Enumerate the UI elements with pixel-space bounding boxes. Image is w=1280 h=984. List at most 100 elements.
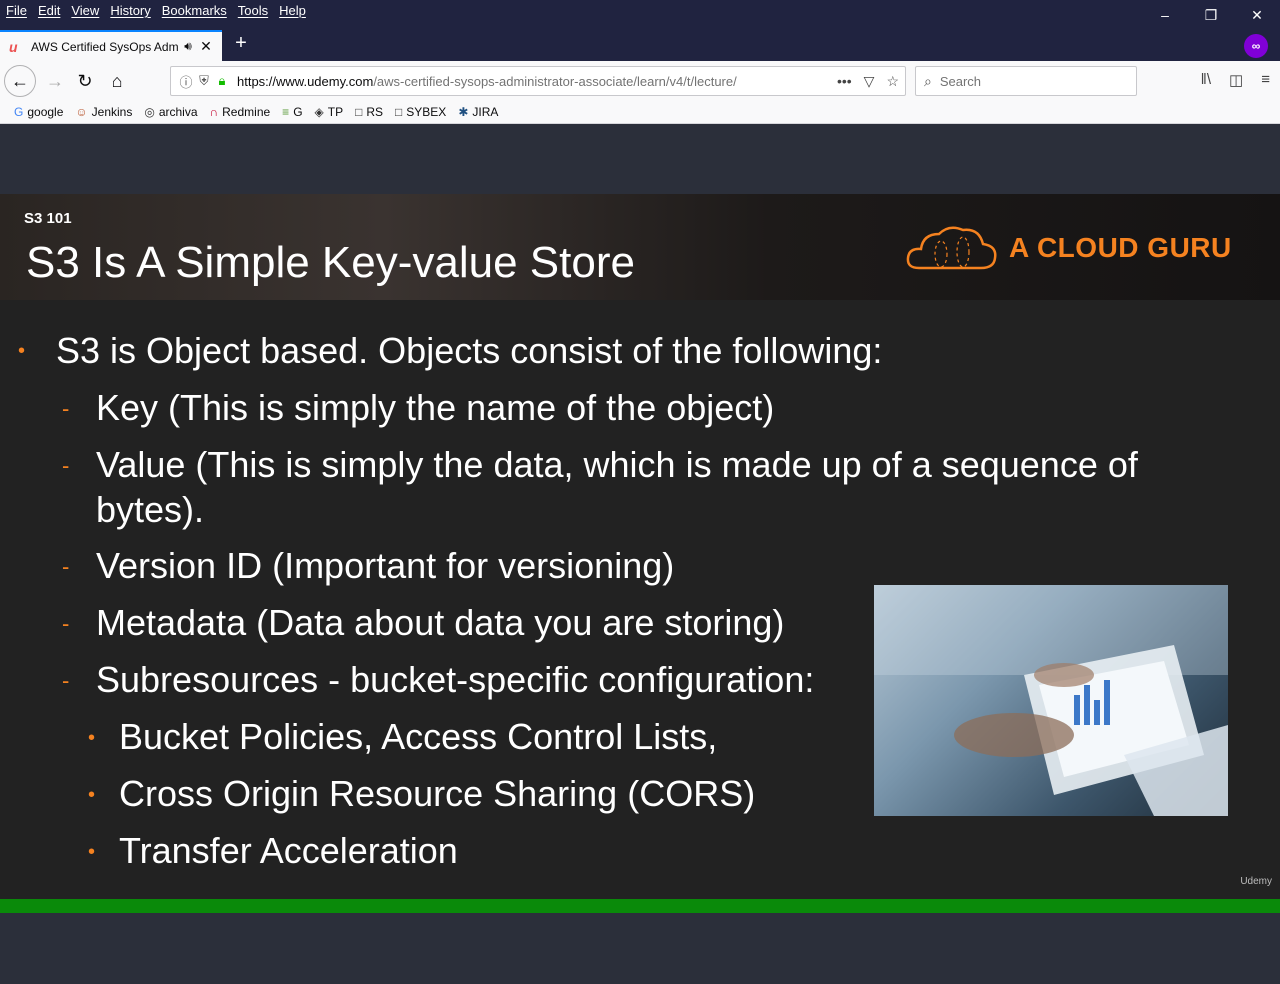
tab-active[interactable]: u AWS Certified SysOps Admi 🔊︎ ✕ <box>0 30 222 61</box>
page-actions: ••• ▽ ☆ <box>837 73 899 90</box>
tab-bar: u AWS Certified SysOps Admi 🔊︎ ✕ + ∞ <box>0 30 1280 61</box>
bookmark-item[interactable]: ≡ G <box>282 105 302 119</box>
bullet-dash: - <box>62 554 70 579</box>
dxg-icon: ≡ <box>282 105 290 119</box>
sub-bullet-continued: bytes). <box>96 489 205 530</box>
bookmark-item[interactable]: ✱ JIRA <box>458 105 498 119</box>
google-icon: G <box>14 105 24 119</box>
bookmark-star-icon[interactable]: ☆ <box>886 73 899 90</box>
folder-icon: □ <box>395 105 403 119</box>
menu-file[interactable]: File <box>6 3 27 18</box>
bookmark-item[interactable]: □ SYBEX <box>395 105 446 119</box>
bullet-dot: • <box>88 841 96 863</box>
sub-sub-bullet: Transfer Acceleration <box>119 830 458 871</box>
restore-button[interactable]: ❐ <box>1188 0 1234 30</box>
bookmark-item[interactable]: ☺ Jenkins <box>75 105 132 119</box>
tab-title: AWS Certified SysOps Admi <box>31 39 179 54</box>
menu-view[interactable]: View <box>71 3 99 18</box>
bookmark-item[interactable]: ∩ Redmine <box>210 105 271 119</box>
nav-bar: ← → ↻ ⌂ ⓘ ⛨ 🔒︎ https://www.udemy.com/aws… <box>0 61 1280 101</box>
reload-icon: ↻ <box>77 70 93 91</box>
toolbar-right: ‖\ ◫ ≡ <box>1201 71 1270 89</box>
close-tab-icon[interactable]: ✕ <box>197 38 215 55</box>
video-progress-bar[interactable] <box>0 899 1280 913</box>
slide-header: S3 101 S3 Is A Simple Key-value Store A … <box>0 194 1280 300</box>
udemy-watermark: Udemy <box>1240 876 1272 887</box>
lecture-slide: S3 101 S3 Is A Simple Key-value Store A … <box>0 194 1280 899</box>
udemy-icon: u <box>9 38 18 55</box>
url-text[interactable]: https://www.udemy.com/aws-certified-syso… <box>237 74 785 89</box>
bullet-main: S3 is Object based. Objects consist of t… <box>56 330 883 371</box>
menu-history[interactable]: History <box>110 3 150 18</box>
menu-bookmarks[interactable]: Bookmarks <box>162 3 227 18</box>
sub-sub-bullet: Bucket Policies, Access Control Lists, <box>119 716 718 757</box>
globe-icon: ◎ <box>144 105 155 119</box>
close-window-button[interactable]: ✕ <box>1234 0 1280 30</box>
cloud-logo-icon <box>906 226 997 270</box>
address-bar[interactable]: ⓘ ⛨ 🔒︎ https://www.udemy.com/aws-certifi… <box>170 66 906 96</box>
bookmarks-toolbar: Ggoogle ☺ Jenkins ◎ archiva ∩ Redmine ≡ G ◈ TP □ RS □… <box>0 101 1280 124</box>
bookmark-label: Redmine <box>222 105 271 119</box>
sidebar-icon[interactable]: ◫ <box>1229 71 1243 89</box>
search-input[interactable]: ⌕ Search <box>915 66 1137 96</box>
slide-title: S3 Is A Simple Key-value Store <box>26 238 635 287</box>
bullet-dash: - <box>62 396 70 421</box>
jenkins-icon: ☺ <box>75 105 88 119</box>
shield-icon[interactable]: ⛨ <box>195 73 213 89</box>
redmine-icon: ∩ <box>209 105 219 119</box>
sub-bullet: Subresources - bucket-specific configura… <box>96 659 815 700</box>
bookmark-label: RS <box>366 105 384 119</box>
bookmark-item[interactable]: ◎ archiva <box>144 105 197 119</box>
bullet-dash: - <box>62 453 70 478</box>
url-domain: https://www.udemy.com <box>237 73 374 89</box>
bullet-dash: - <box>62 668 70 693</box>
pocket-icon[interactable]: ▽ <box>864 73 875 90</box>
home-icon: ⌂ <box>111 70 123 91</box>
menu-items: File Edit View History Bookmarks Tools H… <box>6 3 317 18</box>
new-tab-button[interactable]: + <box>230 32 252 55</box>
search-placeholder: Search <box>939 73 982 89</box>
library-icon[interactable]: ‖\ <box>1201 71 1211 89</box>
lock-icon[interactable]: 🔒︎ <box>213 73 231 89</box>
back-button[interactable]: ← <box>4 65 36 97</box>
home-button[interactable]: ⌂ <box>102 66 132 96</box>
bullet-dot: • <box>88 784 96 806</box>
a-cloud-guru-logo: A CLOUD GURU <box>905 222 1232 274</box>
tp-icon: ◈ <box>314 105 324 119</box>
sub-bullet: Version ID (Important for versioning) <box>96 545 675 586</box>
hamburger-menu-icon[interactable]: ≡ <box>1261 71 1270 89</box>
bookmark-item[interactable]: ◈ TP <box>315 105 344 119</box>
menu-bar: File Edit View History Bookmarks Tools H… <box>0 0 1280 30</box>
menu-help[interactable]: Help <box>279 3 306 18</box>
udemy-watermark-text: Udemy <box>1240 876 1272 887</box>
bookmark-label: google <box>27 105 64 119</box>
sub-bullet: Metadata (Data about data you are storin… <box>96 602 785 643</box>
bullet-dot: • <box>88 727 96 749</box>
logo-text: A CLOUD GURU <box>1009 232 1232 263</box>
tablet-photo <box>874 585 1228 816</box>
sub-bullet: Value (This is simply the data, which is… <box>96 444 1138 485</box>
bookmark-label: SYBEX <box>406 105 447 119</box>
bookmark-label: Jenkins <box>91 105 133 119</box>
bookmark-label: TP <box>327 105 344 119</box>
bookmark-item[interactable]: Ggoogle <box>14 105 63 119</box>
section-tag: S3 101 <box>24 210 72 227</box>
menu-edit[interactable]: Edit <box>38 3 60 18</box>
speaker-icon[interactable]: 🔊︎ <box>179 39 197 54</box>
menu-tools[interactable]: Tools <box>238 3 268 18</box>
video-player[interactable]: S3 101 S3 Is A Simple Key-value Store A … <box>0 124 1280 984</box>
sub-sub-bullet: Cross Origin Resource Sharing (CORS) <box>119 773 756 814</box>
arrow-right-icon: → <box>46 70 64 91</box>
forward-button[interactable]: → <box>40 66 70 96</box>
search-icon: ⌕ <box>924 72 932 89</box>
bookmark-item[interactable]: □ RS <box>355 105 383 119</box>
bullet-dash: - <box>62 611 70 636</box>
info-icon[interactable]: ⓘ <box>177 72 195 91</box>
tablet-illustration <box>874 585 1228 816</box>
page-actions-menu-icon[interactable]: ••• <box>837 73 852 90</box>
folder-icon: □ <box>355 105 363 119</box>
reload-button[interactable]: ↻ <box>70 66 100 96</box>
minimize-button[interactable]: – <box>1142 0 1188 30</box>
window-controls: – ❐ ✕ <box>1142 0 1280 30</box>
url-path: /aws-certified-sysops-administrator-asso… <box>373 73 737 89</box>
